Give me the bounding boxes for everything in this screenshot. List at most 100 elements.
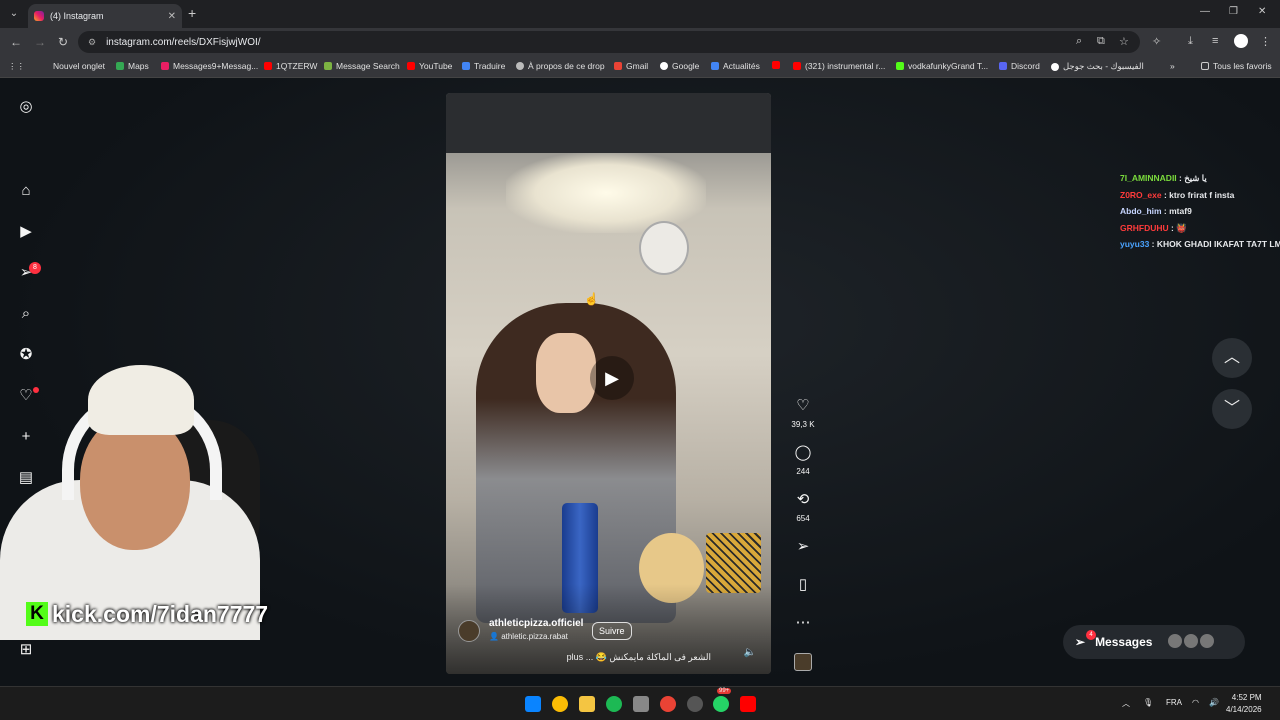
- save-icon[interactable]: ▯: [790, 575, 816, 593]
- chrome-icon[interactable]: [552, 696, 568, 712]
- chat-message: Abdo_him : mtaf9: [1120, 206, 1192, 216]
- reel-username[interactable]: athleticpizza.officiel: [489, 618, 583, 629]
- wall-clock: [639, 221, 689, 275]
- nav-bar: ← → ↻ ⚙ instagram.com/reels/DXFisjwjWOI/…: [0, 28, 1280, 56]
- language-indicator[interactable]: FRA: [1166, 698, 1182, 707]
- bookmark-item[interactable]: Google: [660, 61, 699, 71]
- woman-face: [536, 333, 596, 413]
- reel-sub-account[interactable]: 👤 athletic.pizza.rabat: [489, 632, 568, 641]
- volume-icon[interactable]: 🔈: [741, 644, 759, 662]
- chat-message: 7I_AMINNADII : يا شيخ: [1120, 173, 1207, 183]
- tab-instagram[interactable]: (4) Instagram ✕: [28, 4, 182, 28]
- bookmark-item[interactable]: Gmail: [614, 61, 648, 71]
- follow-button[interactable]: Suivre: [592, 622, 632, 640]
- bookmark-item[interactable]: À propos de ce drop: [516, 61, 605, 71]
- chat-message: Z0RO_exe : ktro frirat f insta: [1120, 189, 1235, 200]
- bookmark-item[interactable]: 1QTZERW: [264, 61, 317, 71]
- bookmark-item[interactable]: YouTube: [407, 61, 452, 71]
- app-icon[interactable]: [687, 696, 703, 712]
- reel-caption[interactable]: الشعر فى الماكلة مايمكنش 😂 ... plus: [567, 652, 711, 663]
- microphone-icon[interactable]: 🎙: [1143, 698, 1153, 707]
- youtube-icon[interactable]: [740, 696, 756, 712]
- whatsapp-icon[interactable]: [713, 696, 729, 712]
- ceiling-light: [506, 153, 706, 233]
- home-icon[interactable]: ⌂: [17, 182, 35, 200]
- previous-reel-button[interactable]: ︿: [1212, 338, 1252, 378]
- new-tab-button[interactable]: +: [188, 5, 196, 21]
- bookmark-item[interactable]: Actualités: [711, 61, 760, 71]
- bookmark-item[interactable]: Messages9+Messag...: [161, 61, 258, 71]
- close-tab-icon[interactable]: ✕: [168, 11, 176, 22]
- comment-icon[interactable]: ◯: [790, 443, 816, 461]
- wifi-icon[interactable]: ◠: [1192, 698, 1199, 707]
- all-bookmarks-folder[interactable]: Tous les favoris: [1201, 61, 1272, 71]
- ceiling-vent: [446, 93, 771, 153]
- whatsapp-badge: 99+: [717, 688, 732, 694]
- more-options-icon[interactable]: ⋯: [790, 613, 816, 631]
- bookmark-item[interactable]: [772, 61, 784, 69]
- bookmark-star-icon[interactable]: ☆: [1119, 35, 1129, 48]
- file-explorer-icon[interactable]: [579, 696, 595, 712]
- bookmark-item[interactable]: vodkafunkyGrand T...: [896, 61, 988, 71]
- search-icon[interactable]: ⌕: [17, 305, 35, 323]
- clock[interactable]: 4:52 PM 4/14/2026: [1226, 692, 1262, 716]
- start-icon[interactable]: [525, 696, 541, 712]
- kick-url: kick.com/7idan7777: [52, 600, 269, 627]
- more-apps-icon[interactable]: ⊞: [17, 641, 35, 659]
- spotify-icon[interactable]: [606, 696, 622, 712]
- audio-thumbnail[interactable]: [794, 653, 812, 671]
- bookmark-item[interactable]: Maps: [116, 61, 149, 71]
- apps-icon[interactable]: ⋮⋮: [8, 61, 25, 72]
- more-bookmarks-icon[interactable]: »: [1170, 61, 1175, 71]
- bookmark-item[interactable]: Nouvel onglet: [53, 61, 105, 71]
- kick-overlay: K kick.com/7idan7777: [26, 600, 268, 628]
- next-reel-button[interactable]: ﹀: [1212, 389, 1252, 429]
- back-icon[interactable]: ←: [10, 35, 22, 49]
- install-icon[interactable]: ⧉: [1097, 35, 1105, 48]
- play-icon[interactable]: ▶: [590, 356, 634, 400]
- instagram-logo-icon[interactable]: ◎: [17, 98, 35, 116]
- site-info-icon[interactable]: ⚙: [88, 37, 96, 48]
- bookmark-item[interactable]: Traduire: [462, 61, 505, 71]
- profile-avatar[interactable]: [1234, 34, 1248, 48]
- instagram-favicon-icon: [34, 11, 44, 21]
- forward-icon[interactable]: →: [34, 35, 46, 49]
- reel-video[interactable]: ▶ athleticpizza.officiel 👤 athletic.pizz…: [446, 93, 771, 674]
- messages-badge: 4: [1086, 630, 1096, 640]
- bookmark-item[interactable]: Message Search: [324, 61, 400, 71]
- chrome-active-icon[interactable]: [660, 696, 676, 712]
- download-icon[interactable]: ⤓: [1188, 35, 1193, 48]
- reading-list-icon[interactable]: ≡: [1212, 35, 1218, 47]
- mouse-cursor-icon: ☝: [584, 292, 599, 306]
- bookmark-item[interactable]: Discord: [999, 61, 1040, 71]
- comment-count: 244: [796, 467, 810, 476]
- close-window-icon[interactable]: ✕: [1258, 6, 1266, 17]
- restore-icon[interactable]: ❐: [1229, 6, 1238, 17]
- url-text: instagram.com/reels/DXFisjwjWOI/: [106, 36, 261, 48]
- repost-count: 654: [796, 514, 810, 523]
- reload-icon[interactable]: ↻: [58, 35, 68, 49]
- reels-icon[interactable]: ▶: [17, 223, 35, 241]
- bookmark-item[interactable]: الفيسبوك - بحث جوجل: [1051, 61, 1144, 72]
- like-icon[interactable]: ♡: [790, 396, 816, 414]
- stream-chat: 7I_AMINNADII : يا شيخ Z0RO_exe : ktro fr…: [1120, 170, 1280, 253]
- minimize-icon[interactable]: —: [1200, 6, 1210, 17]
- tab-bar: ⌄ (4) Instagram ✕ + — ❐ ✕: [0, 0, 1280, 28]
- app-icon[interactable]: [633, 696, 649, 712]
- bookmarks-bar: ⋮⋮ Nouvel onglet Maps Messages9+Messag..…: [0, 56, 1280, 78]
- kick-logo-icon: K: [26, 602, 48, 626]
- share-icon[interactable]: ➢: [790, 537, 816, 555]
- address-bar[interactable]: ⚙ instagram.com/reels/DXFisjwjWOI/: [78, 31, 1140, 53]
- tray-chevron-icon[interactable]: ︿: [1122, 698, 1130, 709]
- menu-icon[interactable]: ⋮: [1260, 35, 1271, 48]
- avatar[interactable]: [458, 620, 480, 642]
- streamer-webcam: [0, 360, 260, 640]
- repost-icon[interactable]: ⟲: [790, 490, 816, 508]
- volume-tray-icon[interactable]: 🔊: [1209, 698, 1219, 707]
- chat-message: GRHFDUHU : 👹: [1120, 222, 1187, 233]
- extensions-icon[interactable]: ✧: [1152, 35, 1161, 48]
- zoom-icon[interactable]: ⌕: [1076, 35, 1082, 48]
- tab-search-icon[interactable]: ⌄: [6, 6, 22, 22]
- streamer-hat: [88, 365, 194, 435]
- bookmark-item[interactable]: (321) instrumental r...: [793, 61, 885, 71]
